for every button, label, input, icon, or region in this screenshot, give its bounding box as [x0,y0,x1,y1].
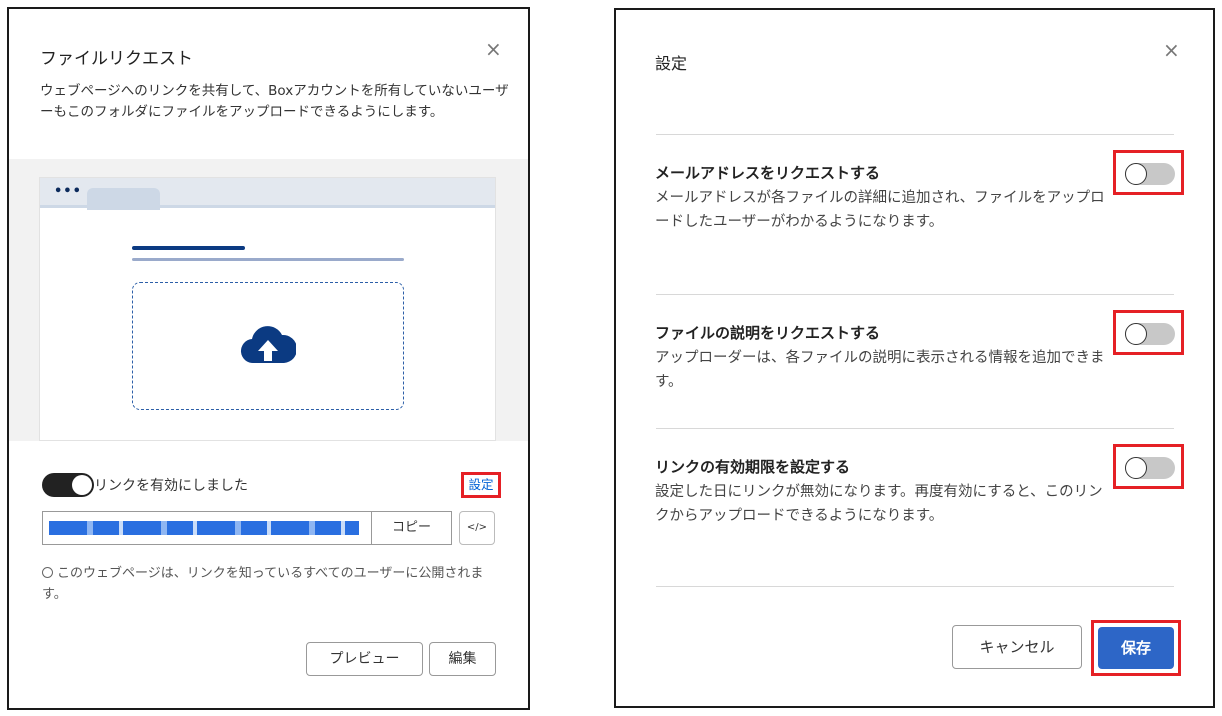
divider [656,586,1174,587]
toggle-knob [1125,163,1147,185]
divider [656,428,1174,429]
link-expiry-toggle[interactable] [1113,444,1184,489]
toggle-knob [1125,323,1147,345]
toggle-switch [1125,163,1175,185]
dialog-title: ファイルリクエスト [40,49,193,69]
option-expiry-description: 設定した日にリンクが無効になります。再度有効にすると、このリンクからアップロード… [655,484,1103,524]
toggle-knob [72,475,92,495]
option-email-description: メールアドレスが各ファイルの詳細に追加され、ファイルをアップロードしたユーザーが… [655,190,1105,230]
embed-code-button[interactable]: </> [459,511,495,545]
cancel-button[interactable]: キャンセル [952,625,1082,669]
cloud-upload-icon [241,326,296,364]
option-email-title: メールアドレスをリクエストする [655,164,881,182]
preview-button[interactable]: プレビュー [306,642,423,676]
browser-dots-icon: ••• [54,184,82,199]
divider [656,294,1174,295]
browser-mockup: ••• [39,177,496,441]
email-request-toggle[interactable] [1113,150,1184,195]
settings-link[interactable]: 設定 [461,472,501,498]
settings-dialog: 設定 × メールアドレスをリクエストする メールアドレスが各ファイルの詳細に追加… [614,8,1215,708]
link-enabled-label: リンクを有効にしました [94,478,248,494]
browser-tab [87,188,160,210]
public-note-text: このウェブページは、リンクを知っているすべてのユーザーに公開されます。 [42,566,484,602]
close-icon[interactable]: × [1163,40,1180,60]
public-visibility-note: このウェブページは、リンクを知っているすべてのユーザーに公開されます。 [42,563,492,605]
copy-button[interactable]: コピー [371,511,452,545]
link-enable-toggle[interactable] [42,473,94,497]
redacted-url [49,521,359,535]
file-request-dialog: ファイルリクエスト × ウェブページへのリンクを共有して、Boxアカウントを所有… [7,7,530,710]
option-expiry-title: リンクの有効期限を設定する [655,458,851,476]
upload-drop-zone [132,282,404,410]
toggle-switch [1125,323,1175,345]
globe-icon [42,567,53,578]
toggle-knob [1125,457,1147,479]
heading-line [132,246,245,250]
save-highlight: 保存 [1091,620,1181,676]
link-url-field[interactable] [42,511,372,545]
toggle-switch [1125,457,1175,479]
option-description-description: アップローダーは、各ファイルの説明に表示される情報を追加できます。 [655,350,1105,390]
description-request-toggle[interactable] [1113,310,1184,355]
settings-title: 設定 [655,54,688,73]
webpage-preview-illustration: ••• [9,159,528,441]
edit-button[interactable]: 編集 [429,642,496,676]
option-description-title: ファイルの説明をリクエストする [655,324,881,342]
close-icon[interactable]: × [485,39,502,59]
dialog-description: ウェブページへのリンクを共有して、Boxアカウントを所有していないユーザーもこの… [40,83,509,120]
subheading-line [132,258,404,261]
save-button[interactable]: 保存 [1098,627,1174,669]
divider [656,134,1174,135]
